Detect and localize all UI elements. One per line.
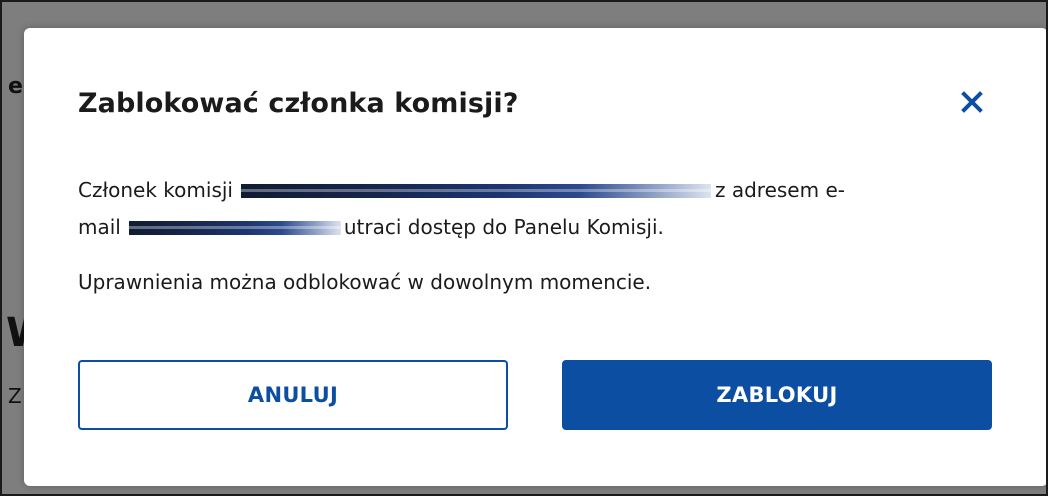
background-text-fragment: e <box>8 74 23 99</box>
block-button[interactable]: ZABLOKUJ <box>562 360 992 430</box>
redacted-email <box>128 221 341 235</box>
message-note: Uprawnienia można odblokować w dowolnym … <box>78 270 652 294</box>
close-icon <box>961 91 983 113</box>
message-line2-prefix: mail <box>78 215 121 239</box>
app-window: e W Z Zablokować członka komisji? Człone… <box>0 0 1048 496</box>
block-member-dialog: Zablokować członka komisji? Członek komi… <box>24 28 1046 486</box>
close-button[interactable] <box>954 84 990 120</box>
message-line1-prefix: Członek komisji <box>78 178 233 202</box>
message-line2-suffix: utraci dostęp do Panelu Komisji. <box>343 215 664 239</box>
cancel-button[interactable]: ANULUJ <box>78 360 508 430</box>
dialog-title: Zablokować członka komisji? <box>78 88 519 119</box>
redacted-member-name <box>240 184 711 198</box>
dialog-message: Członek komisji z adresem e- mail utraci d… <box>78 172 958 301</box>
background-text-fragment: Z <box>8 384 22 408</box>
message-paragraph: Członek komisji z adresem e- mail utraci d… <box>78 172 958 246</box>
message-line1-suffix: z adresem e- <box>714 178 845 202</box>
